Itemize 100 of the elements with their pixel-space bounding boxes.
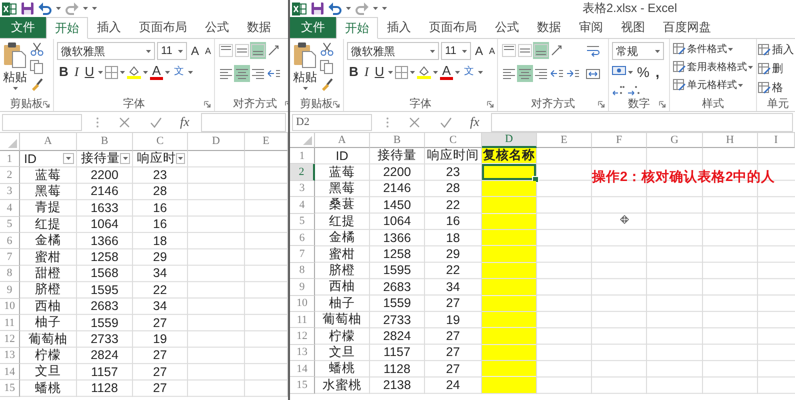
paintbrush-icon[interactable] — [30, 78, 44, 92]
row-header[interactable]: 4 — [0, 200, 20, 217]
row-header[interactable]: 9 — [290, 279, 315, 296]
paste-button[interactable]: 粘贴 — [293, 42, 317, 90]
row-header[interactable]: 6 — [290, 230, 315, 246]
ribbon-tab[interactable]: 公式 — [196, 17, 238, 38]
column-header[interactable]: H — [703, 133, 758, 148]
column-header[interactable]: C — [133, 133, 188, 151]
style-menu-button[interactable]: 套用表格格式 — [673, 60, 753, 74]
fill-handle[interactable] — [532, 176, 539, 183]
row-header[interactable]: 13 — [0, 348, 20, 364]
scissors-icon[interactable] — [30, 42, 44, 56]
ribbon-tab[interactable]: 审阅 — [570, 17, 612, 38]
underline-button[interactable]: U — [82, 64, 96, 80]
grip-icon[interactable] — [386, 116, 389, 128]
row-header[interactable]: 1 — [0, 151, 20, 168]
formula-input[interactable] — [201, 112, 286, 132]
row-header[interactable]: 3 — [290, 180, 315, 198]
caret-icon[interactable] — [12, 87, 18, 90]
middle-align-button[interactable] — [234, 42, 250, 59]
column-header[interactable]: C — [425, 133, 482, 148]
caret-icon[interactable] — [462, 50, 467, 52]
ribbon-tab[interactable]: 百度网盘 — [654, 17, 720, 38]
dialog-launcher-icon[interactable] — [333, 101, 340, 108]
copy-icon[interactable] — [320, 60, 334, 74]
paintbrush-icon[interactable] — [320, 78, 334, 92]
top-align-button[interactable] — [501, 42, 517, 59]
decrease-font-size-button[interactable]: A — [487, 43, 498, 59]
copy-icon[interactable] — [30, 60, 44, 74]
caret-icon[interactable] — [346, 7, 351, 10]
cells-menu-button[interactable]: 删 — [758, 61, 794, 76]
caret-icon[interactable] — [164, 70, 170, 74]
font-name-field[interactable]: 微软雅黑 — [347, 42, 439, 60]
scissors-icon[interactable] — [320, 42, 334, 56]
ribbon-tab[interactable]: 视图 — [612, 17, 654, 38]
row-header[interactable]: 7 — [0, 249, 20, 266]
center-button[interactable] — [517, 65, 533, 82]
middle-align-button[interactable] — [517, 42, 533, 59]
cancel-icon[interactable] — [119, 116, 130, 128]
font-color-button[interactable]: A — [150, 64, 163, 80]
bold-button[interactable]: B — [57, 64, 70, 80]
ribbon-tab[interactable]: 插入 — [88, 17, 130, 38]
percent-button[interactable]: % — [635, 64, 652, 80]
bottom-align-button[interactable] — [250, 42, 266, 59]
row-header[interactable]: 13 — [290, 344, 315, 362]
ribbon-tab[interactable]: 公式 — [486, 17, 528, 38]
underline-button[interactable]: U — [372, 64, 386, 80]
phonetic-guide-button[interactable]: 文 — [172, 64, 186, 80]
column-header[interactable]: E — [245, 133, 288, 151]
increase-decimal-icon[interactable] — [612, 84, 625, 96]
insert-function-button[interactable]: fx — [176, 114, 194, 130]
column-header[interactable]: B — [77, 133, 133, 151]
dialog-launcher-icon[interactable] — [43, 101, 50, 108]
borders-icon[interactable] — [395, 66, 408, 78]
number-format-field[interactable]: 常规 — [612, 42, 664, 60]
style-menu-button[interactable]: 条件格式 — [673, 42, 753, 56]
row-header[interactable]: 2 — [0, 167, 20, 184]
row-header[interactable]: 1 — [290, 148, 315, 164]
ribbon-tab[interactable]: 开始 — [46, 17, 88, 39]
grip-icon[interactable] — [96, 116, 99, 128]
increase-font-size-button[interactable]: A — [189, 43, 202, 59]
row-header[interactable]: 10 — [0, 298, 20, 315]
caret-icon[interactable] — [302, 87, 308, 90]
ribbon-tab[interactable]: 数据 — [528, 17, 570, 38]
ribbon-tab[interactable]: 插入 — [378, 17, 420, 38]
caret-icon[interactable] — [143, 70, 148, 74]
caret-icon[interactable] — [146, 50, 151, 52]
column-header[interactable]: D — [188, 133, 245, 151]
ribbon-tab[interactable]: 数据 — [238, 17, 280, 38]
row-header[interactable]: 12 — [0, 331, 20, 348]
column-header[interactable]: B — [370, 133, 425, 148]
save-icon[interactable] — [21, 2, 34, 15]
dialog-launcher-icon[interactable] — [659, 101, 666, 108]
paint-bucket-icon[interactable] — [417, 65, 432, 79]
row-header[interactable]: 11 — [0, 314, 20, 332]
insert-function-button[interactable]: fx — [466, 114, 484, 130]
italic-button[interactable]: I — [362, 64, 371, 80]
spreadsheet-logo-icon[interactable] — [2, 2, 17, 16]
selected-cell[interactable] — [482, 164, 536, 180]
row-header[interactable]: 8 — [0, 266, 20, 282]
row-header[interactable]: 3 — [0, 184, 20, 200]
caret-icon[interactable] — [430, 50, 435, 52]
row-header[interactable]: 2 — [290, 164, 315, 181]
decrease-font-size-button[interactable]: A — [203, 43, 214, 59]
row-header[interactable]: 5 — [290, 214, 315, 230]
row-header[interactable]: 6 — [0, 232, 20, 250]
undo-icon[interactable] — [38, 2, 52, 15]
currency-icon[interactable] — [612, 66, 626, 78]
column-header[interactable]: D — [482, 133, 537, 148]
bold-button[interactable]: B — [347, 64, 360, 80]
row-header[interactable]: 14 — [0, 364, 20, 380]
filter-dropdown-button[interactable] — [120, 153, 130, 164]
row-header[interactable]: 9 — [0, 282, 20, 299]
row-header[interactable]: 8 — [290, 262, 315, 280]
cells-menu-button[interactable]: 插入 — [758, 42, 794, 57]
undo-icon[interactable] — [328, 2, 342, 15]
caret-icon[interactable] — [655, 50, 660, 52]
filter-dropdown-button[interactable] — [63, 153, 74, 164]
phonetic-guide-button[interactable]: 文 — [462, 64, 476, 80]
name-box[interactable]: D2 — [292, 114, 372, 130]
